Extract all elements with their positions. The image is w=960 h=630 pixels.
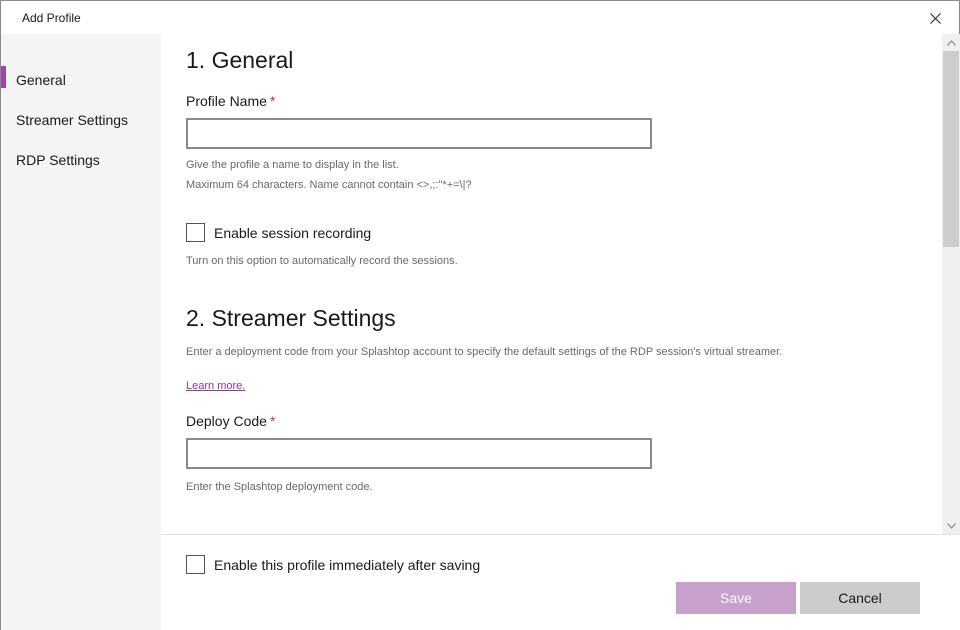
- vertical-scrollbar[interactable]: [942, 34, 960, 534]
- sidebar-item-rdp-settings[interactable]: RDP Settings: [1, 146, 161, 176]
- enable-profile-checkbox[interactable]: [186, 555, 205, 574]
- streamer-settings-heading: 2. Streamer Settings: [186, 305, 396, 331]
- chevron-down-icon: [946, 522, 956, 529]
- session-recording-label[interactable]: Enable session recording: [214, 225, 371, 241]
- profile-name-hint-line-1: Give the profile a name to display in th…: [186, 159, 399, 171]
- sidebar-item-label: RDP Settings: [16, 152, 100, 168]
- session-recording-hint: Turn on this option to automatically rec…: [186, 255, 458, 267]
- scroll-thumb[interactable]: [943, 51, 959, 247]
- profile-name-input[interactable]: [186, 118, 652, 149]
- sidebar-item-label: General: [16, 72, 66, 88]
- deploy-code-label: Deploy Code *: [186, 413, 275, 429]
- learn-more-link[interactable]: Learn more.: [186, 380, 245, 392]
- streamer-description: Enter a deployment code from your Splash…: [186, 346, 783, 358]
- deploy-code-hint: Enter the Splashtop deployment code.: [186, 481, 373, 493]
- cancel-button[interactable]: Cancel: [800, 582, 920, 614]
- scroll-up-button[interactable]: [942, 34, 960, 51]
- sidebar-item-streamer-settings[interactable]: Streamer Settings: [1, 106, 161, 136]
- window-title: Add Profile: [22, 11, 81, 25]
- scroll-down-button[interactable]: [942, 517, 960, 534]
- form-content: 1. General Profile Name * Give the profil…: [161, 34, 941, 534]
- close-button[interactable]: [920, 7, 950, 29]
- required-mark: *: [269, 413, 276, 429]
- general-heading: 1. General: [186, 47, 294, 73]
- sidebar-item-label: Streamer Settings: [16, 112, 129, 128]
- enable-profile-label[interactable]: Enable this profile immediately after sa…: [214, 557, 480, 573]
- session-recording-checkbox[interactable]: [186, 223, 205, 242]
- sidebar-item-general[interactable]: General: [1, 66, 161, 96]
- profile-name-label-text: Profile Name: [186, 93, 267, 109]
- sidebar: General Streamer Settings RDP Settings: [1, 34, 161, 630]
- profile-name-hint-line-2: Maximum 64 characters. Name cannot conta…: [186, 179, 472, 191]
- required-mark: *: [269, 93, 276, 109]
- save-button[interactable]: Save: [676, 582, 796, 614]
- deploy-code-label-text: Deploy Code: [186, 413, 267, 429]
- add-profile-dialog: Add Profile General Streamer Settings RD…: [0, 0, 960, 630]
- profile-name-label: Profile Name *: [186, 93, 275, 109]
- title-bar: Add Profile: [1, 1, 959, 34]
- profile-name-hint: Give the profile a name to display in th…: [186, 157, 472, 193]
- deploy-code-input[interactable]: [186, 438, 652, 469]
- chevron-up-icon: [946, 39, 956, 46]
- dialog-footer: Enable this profile immediately after sa…: [161, 534, 960, 630]
- close-icon: [929, 12, 941, 24]
